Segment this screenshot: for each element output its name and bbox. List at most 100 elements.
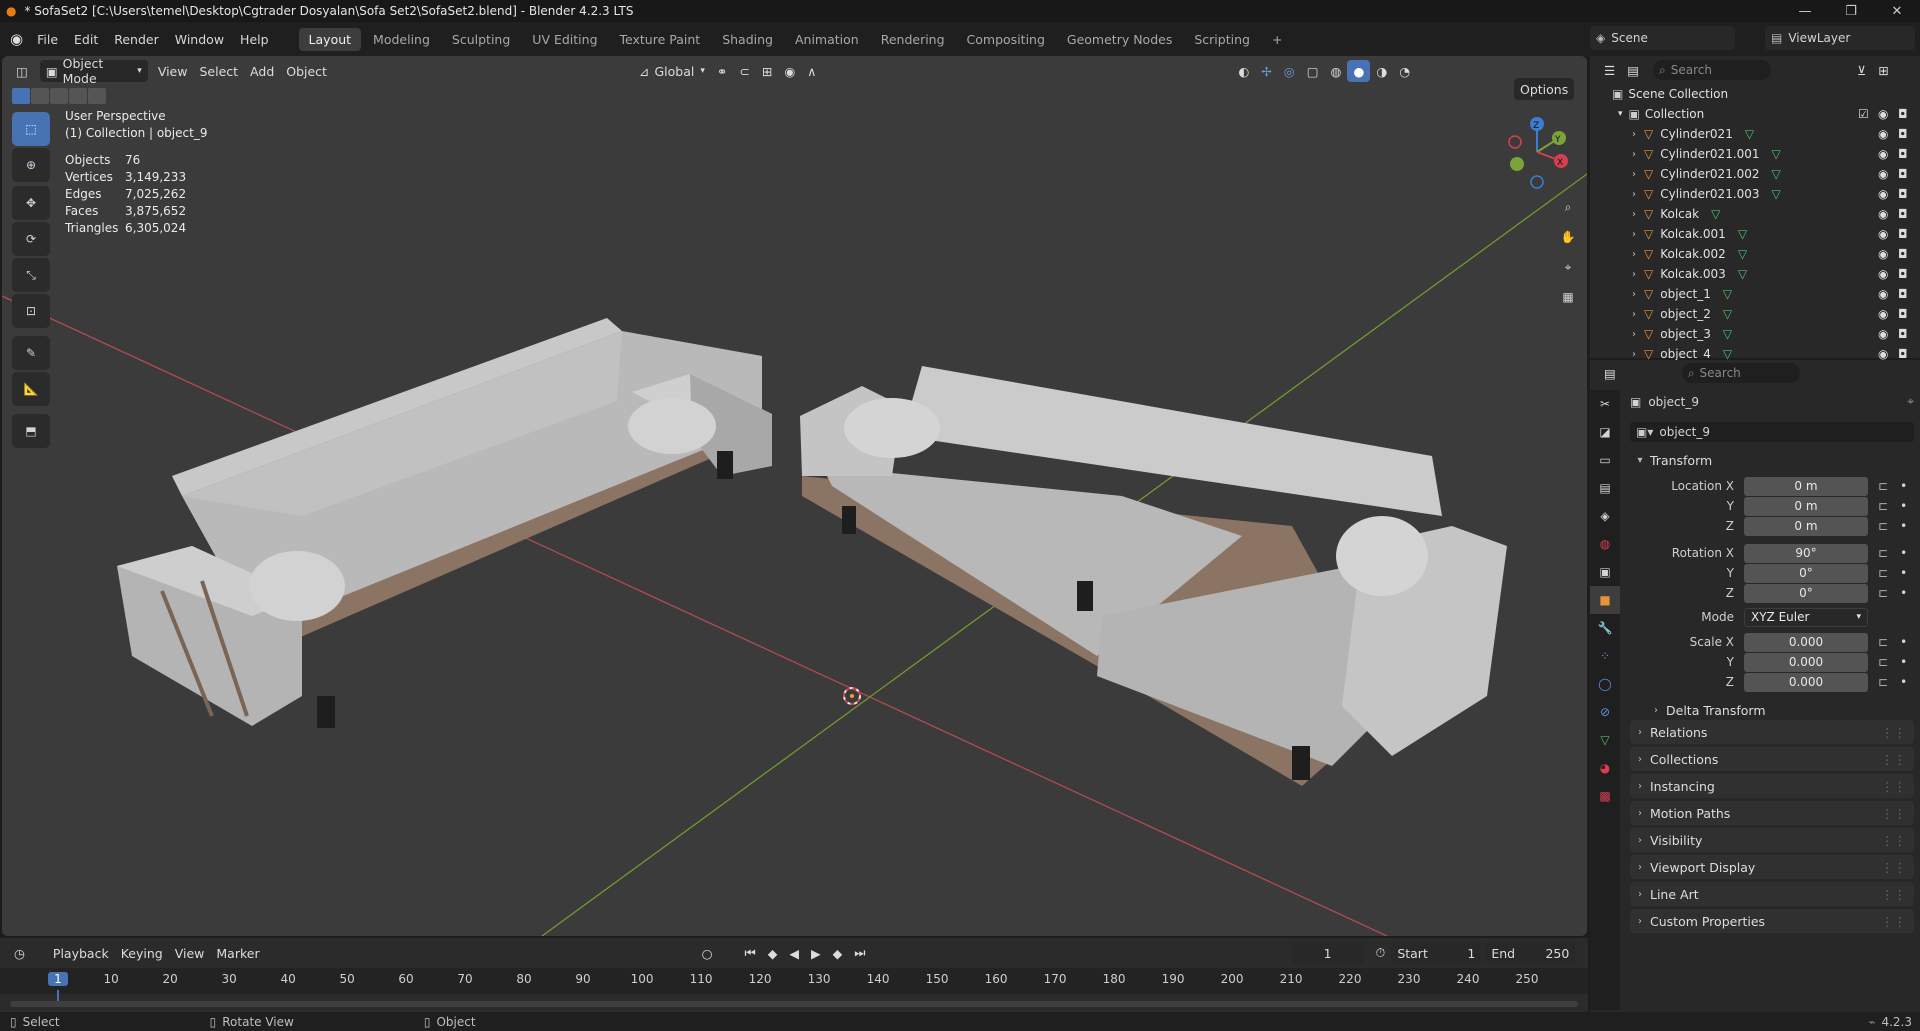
camera-icon[interactable]: ◘ — [1898, 207, 1908, 221]
solid-shading-icon[interactable]: ● — [1347, 60, 1371, 82]
prev-keyframe-icon[interactable]: ◆ — [762, 942, 784, 964]
jump-end-icon[interactable]: ⏭ — [848, 942, 871, 964]
chevron-right-icon[interactable]: › — [1632, 229, 1636, 240]
property-panel-header[interactable]: › Relations ⋮⋮ — [1630, 720, 1914, 744]
texture-tab-icon[interactable]: ▩ — [1590, 782, 1620, 810]
eye-icon[interactable]: ◉ — [1878, 167, 1888, 181]
outliner-item[interactable]: › ▽ Cylinder021.001 ▽ ◉ ◘ — [1590, 144, 1920, 164]
mesh-data-icon[interactable]: ▽ — [1711, 207, 1720, 221]
scene-tab-icon[interactable]: ◈ — [1590, 502, 1620, 530]
snap-target-icon[interactable]: ⊞ — [756, 60, 778, 82]
menu-marker[interactable]: Marker — [210, 942, 265, 964]
view-layer-tab-icon[interactable]: ▤ — [1590, 474, 1620, 502]
drag-handle-icon[interactable]: ⋮⋮ — [1881, 833, 1906, 848]
timeline-editor[interactable]: ◷ Playback Keying View Marker ○ ⏮ ◆ ◀ ▶ … — [0, 938, 1588, 1012]
mesh-data-icon[interactable]: ▽ — [1723, 287, 1732, 301]
menu-playback[interactable]: Playback — [47, 942, 115, 964]
mesh-data-icon[interactable]: ▽ — [1772, 187, 1781, 201]
outliner-item[interactable]: › ▽ Kolcak.001 ▽ ◉ ◘ — [1590, 224, 1920, 244]
property-panel-header[interactable]: › Viewport Display ⋮⋮ — [1630, 855, 1914, 879]
add-workspace-icon[interactable]: + — [1262, 28, 1292, 51]
property-panel-header[interactable]: › Line Art ⋮⋮ — [1630, 882, 1914, 906]
outliner-editor-icon[interactable]: ☰ — [1598, 59, 1621, 81]
proportional-edit-icon[interactable]: ◉ — [778, 60, 801, 82]
keyframe-dot-icon[interactable]: • — [1900, 586, 1907, 600]
navigation-gizmo[interactable]: Z Y X — [1497, 112, 1577, 192]
rotation-x-field[interactable]: 90° — [1744, 543, 1868, 563]
drag-handle-icon[interactable]: ⋮⋮ — [1881, 752, 1906, 767]
material-tab-icon[interactable]: ◕ — [1590, 754, 1620, 782]
end-frame-field[interactable]: End 250 — [1485, 942, 1576, 964]
outliner-item[interactable]: › ▽ object_2 ▽ ◉ ◘ — [1590, 304, 1920, 324]
eye-icon[interactable]: ◉ — [1878, 327, 1888, 341]
menu-render[interactable]: Render — [106, 32, 167, 47]
transform-panel-header[interactable]: ▾ Transform — [1630, 448, 1914, 472]
modifier-tab-icon[interactable]: 🔧 — [1590, 614, 1620, 642]
camera-icon[interactable]: ◘ — [1898, 347, 1908, 361]
filter-icon[interactable]: ⊻ — [1851, 59, 1872, 81]
menu-window[interactable]: Window — [167, 32, 232, 47]
menu-help[interactable]: Help — [232, 32, 277, 47]
object-mode-dropdown[interactable]: ▣ Object Mode ▾ — [39, 56, 148, 86]
eye-icon[interactable]: ◉ — [1878, 187, 1888, 201]
scene-selector[interactable]: ◈ Scene — [1590, 26, 1735, 50]
camera-view-icon[interactable]: ⌖ — [1555, 254, 1581, 280]
lock-icon[interactable]: ⊏ — [1878, 675, 1888, 689]
camera-icon[interactable]: ◘ — [1898, 287, 1908, 301]
property-panel-header[interactable]: › Collections ⋮⋮ — [1630, 747, 1914, 771]
camera-icon[interactable]: ◘ — [1898, 107, 1908, 121]
chevron-right-icon[interactable]: › — [1632, 289, 1636, 300]
drag-handle-icon[interactable]: ⋮⋮ — [1881, 725, 1906, 740]
chevron-right-icon[interactable]: › — [1632, 329, 1636, 340]
delta-transform-header[interactable]: › Delta Transform — [1646, 698, 1914, 722]
tab-texture-paint[interactable]: Texture Paint — [610, 28, 711, 51]
camera-icon[interactable]: ◘ — [1898, 127, 1908, 141]
eye-icon[interactable]: ◉ — [1878, 147, 1888, 161]
outliner-item[interactable]: › ▽ Cylinder021 ▽ ◉ ◘ — [1590, 124, 1920, 144]
close-icon[interactable]: ✕ — [1874, 0, 1920, 22]
menu-file[interactable]: File — [29, 32, 66, 47]
visibility-icon[interactable]: ◐ — [1232, 60, 1255, 82]
chevron-right-icon[interactable]: › — [1632, 189, 1636, 200]
mesh-data-icon[interactable]: ▽ — [1738, 227, 1747, 241]
camera-icon[interactable]: ◘ — [1898, 247, 1908, 261]
timeline-editor-icon[interactable]: ◷ — [8, 942, 31, 964]
keyframe-dot-icon[interactable]: • — [1900, 479, 1907, 493]
tab-shading[interactable]: Shading — [712, 28, 783, 51]
mesh-data-icon[interactable]: ▽ — [1723, 307, 1732, 321]
annotate-tool[interactable]: ✎ — [12, 336, 50, 370]
particles-tab-icon[interactable]: ⁘ — [1590, 642, 1620, 670]
menu-object[interactable]: Object — [280, 60, 333, 82]
rotate-tool[interactable]: ⟳ — [12, 222, 50, 256]
gizmo-toggle-icon[interactable]: ✢ — [1255, 60, 1277, 82]
mesh-data-icon[interactable]: ▽ — [1738, 267, 1747, 281]
tab-compositing[interactable]: Compositing — [957, 28, 1055, 51]
chevron-right-icon[interactable]: › — [1632, 269, 1636, 280]
keyframe-dot-icon[interactable]: • — [1900, 566, 1907, 580]
lock-icon[interactable]: ⊏ — [1878, 586, 1888, 600]
physics-tab-icon[interactable]: ◯ — [1590, 670, 1620, 698]
next-keyframe-icon[interactable]: ◆ — [827, 942, 849, 964]
chevron-right-icon[interactable]: › — [1632, 169, 1636, 180]
wireframe-shading-icon[interactable]: ◍ — [1325, 60, 1348, 82]
drag-handle-icon[interactable]: ⋮⋮ — [1881, 806, 1906, 821]
scale-x-field[interactable]: 0.000 — [1744, 632, 1868, 652]
menu-timeline-view[interactable]: View — [169, 942, 211, 964]
pin-icon[interactable]: ⌖ — [1907, 394, 1914, 409]
chevron-right-icon[interactable]: › — [1632, 209, 1636, 220]
eye-icon[interactable]: ◉ — [1878, 127, 1888, 141]
outliner-search-input[interactable]: ⌕ Search — [1653, 60, 1772, 80]
menu-edit[interactable]: Edit — [66, 32, 106, 47]
mesh-data-icon[interactable]: ▽ — [1723, 327, 1732, 341]
tool-tab-icon[interactable]: ✂ — [1590, 390, 1620, 418]
mesh-data-icon[interactable]: ▽ — [1772, 167, 1781, 181]
chevron-right-icon[interactable]: › — [1632, 149, 1636, 160]
chevron-right-icon[interactable]: › — [1632, 129, 1636, 140]
property-panel-header[interactable]: › Visibility ⋮⋮ — [1630, 828, 1914, 852]
collection-row[interactable]: ▾ ▣ Collection ☑ ◉ ◘ — [1590, 104, 1920, 124]
tab-geometry-nodes[interactable]: Geometry Nodes — [1057, 28, 1182, 51]
outliner-item[interactable]: › ▽ Kolcak ▽ ◉ ◘ — [1590, 204, 1920, 224]
lock-icon[interactable]: ⊏ — [1878, 546, 1888, 560]
eye-icon[interactable]: ◉ — [1878, 227, 1888, 241]
keyframe-dot-icon[interactable]: • — [1900, 655, 1907, 669]
